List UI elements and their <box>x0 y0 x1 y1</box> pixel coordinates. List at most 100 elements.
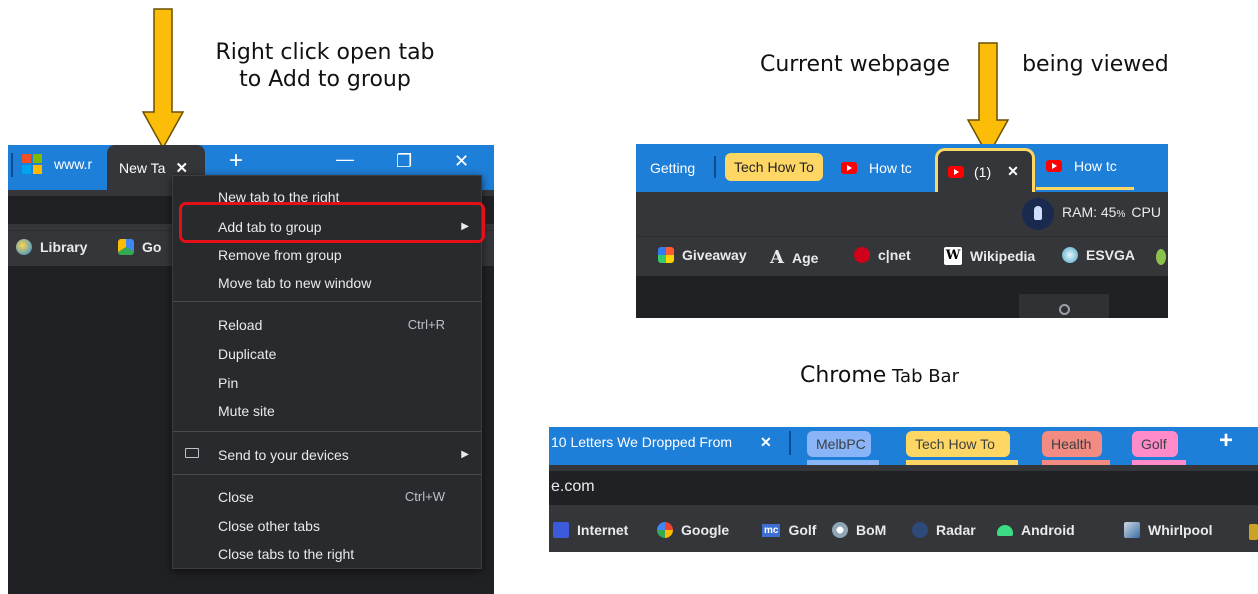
arrow-down-icon <box>142 8 184 150</box>
tab-divider <box>11 153 13 177</box>
google-drive-icon <box>118 239 134 255</box>
caption-chrome-word: Chrome <box>800 363 887 388</box>
arrow-down-icon-current <box>967 42 1009 158</box>
minimize-icon[interactable]: — <box>336 149 354 170</box>
close-icon[interactable]: ✕ <box>760 434 772 451</box>
bookmark-google[interactable]: Go <box>118 239 161 255</box>
mc-golf-icon: mc <box>762 523 781 537</box>
caption-tab-bar-word: Tab Bar <box>886 366 959 387</box>
close-icon[interactable]: ✕ <box>175 159 188 177</box>
radar-icon <box>912 522 928 538</box>
tab-how-to-1[interactable]: How tc <box>841 152 912 184</box>
bookmark-label: Go <box>142 239 162 255</box>
tab-group-chip[interactable]: MelbPC <box>807 431 871 457</box>
bookmark-giveaway[interactable]: Giveaway <box>658 247 747 263</box>
submenu-arrow-icon: ▶ <box>461 449 469 460</box>
caption-add-to-group: Right click open tab to Add to group <box>215 40 435 92</box>
tab-www[interactable]: www.r <box>22 145 92 183</box>
toolbar: RAM: 45% CPU <box>636 192 1168 236</box>
panel-current-tab-screenshot: Getting Tech How To How tc (1) ✕ How tc … <box>636 144 1168 318</box>
window-close-icon[interactable]: ✕ <box>454 151 469 172</box>
giveaway-icon <box>658 247 674 263</box>
highlight-box <box>179 202 485 243</box>
tab-label: www.r <box>54 156 93 172</box>
bookmarks-bar: Giveaway A Age c|net W Wikipedia ESVGA <box>636 236 1168 276</box>
page-content <box>636 276 1168 318</box>
bookmark-internet[interactable]: Internet <box>553 522 628 538</box>
omnibox[interactable]: e.com <box>549 471 1258 505</box>
bookmark-cnet[interactable]: c|net <box>854 247 911 263</box>
bookmarks-bar: Internet Google mc Golf BoM Radar Android… <box>549 511 1258 552</box>
menu-item-close[interactable]: Close Ctrl+W <box>173 482 481 511</box>
tab-getting[interactable]: Getting <box>650 152 695 184</box>
bookmark-google[interactable]: Google <box>657 522 729 538</box>
tab-label: New Ta <box>119 159 166 176</box>
bookmark-wikipedia[interactable]: W Wikipedia <box>944 247 1035 265</box>
shortcut: Ctrl+R <box>407 317 445 332</box>
age-logo-icon: A <box>770 247 784 268</box>
android-icon <box>997 524 1013 536</box>
menu-separator <box>173 431 481 432</box>
tab-group-chip[interactable]: Health <box>1042 431 1102 457</box>
youtube-icon <box>948 165 964 178</box>
menu-item-move-tab-new-window[interactable]: Move tab to new window <box>173 268 481 297</box>
caption-current-before: Current webpage <box>760 52 951 77</box>
tab-current[interactable]: (1) ✕ <box>935 148 1035 192</box>
bookmark-library[interactable]: Library <box>16 239 87 255</box>
search-icon <box>1059 304 1070 315</box>
toolbar: e.com <box>549 465 1258 511</box>
menu-item-reload[interactable]: Reload Ctrl+R <box>173 310 481 339</box>
menu-item-mute-site[interactable]: Mute site <box>173 396 481 425</box>
menu-item-remove-from-group[interactable]: Remove from group <box>173 240 481 269</box>
tab-10-letters[interactable]: 10 Letters We Dropped From ✕ <box>551 427 772 457</box>
panel-context-menu-screenshot: www.r New Ta ✕ + — ❐ ✕ Library Go New ta… <box>8 145 494 594</box>
tab-divider <box>714 156 716 178</box>
youtube-icon <box>1046 159 1062 172</box>
bookmark-whirlpool[interactable]: Whirlpool <box>1124 522 1213 538</box>
whirlpool-icon <box>1124 522 1140 538</box>
bookmark-esvga[interactable]: ESVGA <box>1062 247 1135 263</box>
tab-strip: Getting Tech How To How tc (1) ✕ How tc <box>636 144 1168 192</box>
new-tab-plus-icon[interactable]: + <box>229 147 243 175</box>
caption-current-after: being viewed <box>1022 52 1169 77</box>
tab-label: (1) <box>974 163 992 180</box>
bookmark-age[interactable]: A Age <box>770 247 818 268</box>
youtube-icon <box>841 162 857 174</box>
ram-indicator: RAM: 45% CPU <box>1062 204 1161 220</box>
bookmark-bom[interactable]: BoM <box>832 522 886 538</box>
menu-separator <box>173 301 481 302</box>
google-icon <box>657 522 673 538</box>
caption-chrome-tab-bar: Chrome Tab Bar <box>800 363 1020 390</box>
new-tab-plus-icon[interactable]: + <box>1219 427 1233 455</box>
bookmark-golf[interactable]: mc Golf <box>762 522 816 538</box>
tab-group-tech-how-to[interactable]: Tech How To <box>725 153 823 181</box>
close-icon[interactable]: ✕ <box>1007 163 1019 180</box>
bom-icon <box>832 522 848 538</box>
internet-icon <box>553 522 569 538</box>
tab-group-chip[interactable]: Tech How To <box>906 431 1010 457</box>
cnet-icon <box>854 247 870 263</box>
panel-tab-groups-screenshot: 10 Letters We Dropped From ✕ MelbPC Tech … <box>549 427 1258 552</box>
bookmark-radar[interactable]: Radar <box>912 522 976 538</box>
bookmark-android[interactable]: Android <box>997 522 1075 538</box>
windows-logo-icon <box>22 154 42 174</box>
menu-item-send-to-devices[interactable]: Send to your devices ▶ <box>173 440 481 469</box>
tab-how-to-2[interactable]: How tc <box>1036 144 1134 190</box>
shortcut: Ctrl+W <box>404 489 445 504</box>
esvga-icon <box>1062 247 1078 263</box>
library-globe-icon <box>16 239 32 255</box>
devices-icon <box>185 448 199 458</box>
bookmark-label: Library <box>40 239 88 255</box>
menu-item-pin[interactable]: Pin <box>173 368 481 397</box>
restore-icon[interactable]: ❐ <box>396 151 412 172</box>
menu-item-close-tabs-right[interactable]: Close tabs to the right <box>173 539 481 568</box>
wikipedia-icon: W <box>944 247 962 265</box>
tab-group-chip[interactable]: Golf <box>1132 431 1178 457</box>
search-button[interactable] <box>1019 294 1109 318</box>
menu-separator <box>173 474 481 475</box>
menu-item-duplicate[interactable]: Duplicate <box>173 339 481 368</box>
menu-item-close-other-tabs[interactable]: Close other tabs <box>173 511 481 540</box>
tab-divider <box>789 431 791 455</box>
rocket-extension-icon[interactable] <box>1022 198 1054 230</box>
extra-bookmark-icon <box>1249 524 1258 540</box>
